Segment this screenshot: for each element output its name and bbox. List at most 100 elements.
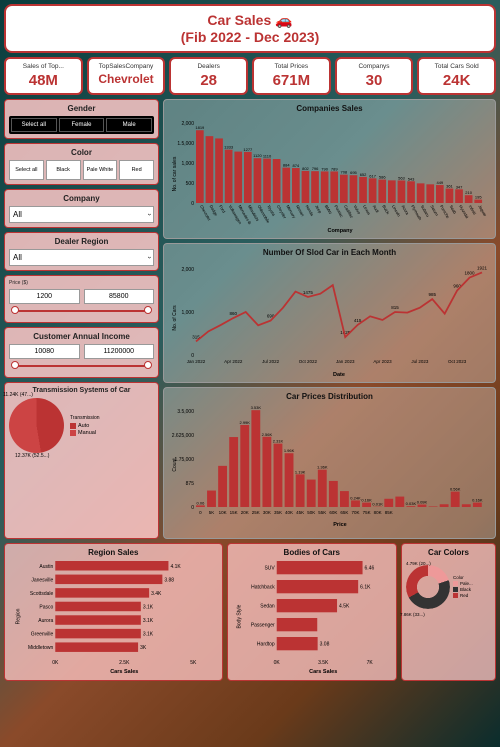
income-min-input[interactable]: 10080 (9, 344, 80, 359)
svg-text:1.19K: 1.19K (295, 469, 306, 474)
income-max-input[interactable]: 11200000 (84, 344, 155, 359)
svg-text:985: 985 (429, 292, 437, 297)
svg-text:652: 652 (360, 172, 367, 177)
svg-text:Apr 2023: Apr 2023 (373, 359, 392, 364)
svg-text:0: 0 (191, 505, 194, 511)
svg-text:70K: 70K (351, 510, 359, 515)
svg-text:4.5K: 4.5K (339, 604, 350, 610)
svg-text:0K: 0K (273, 660, 280, 666)
svg-text:Passenger: Passenger (250, 623, 274, 629)
svg-text:1277: 1277 (243, 147, 253, 152)
svg-text:1120: 1120 (253, 153, 262, 158)
color-select-all[interactable]: Select all (9, 160, 44, 180)
svg-text:Janesville: Janesville (31, 577, 53, 583)
svg-text:Greenville: Greenville (31, 632, 54, 638)
svg-text:Hatchback: Hatchback (251, 585, 275, 591)
svg-text:Buick: Buick (381, 204, 390, 215)
svg-text:0: 0 (191, 201, 194, 207)
car-colors-donut (406, 565, 450, 609)
svg-text:3.1K: 3.1K (143, 632, 154, 638)
svg-text:563: 563 (398, 175, 405, 180)
svg-text:1921: 1921 (477, 265, 488, 270)
color-red[interactable]: Red (119, 160, 154, 180)
svg-text:3K: 3K (140, 645, 147, 651)
color-pale-white[interactable]: Pale White (83, 160, 118, 180)
svg-text:4.1K: 4.1K (170, 564, 181, 570)
price-bars: Count08751.75,0002.625,0003.5,0000.0605K… (168, 403, 488, 527)
svg-text:Lincoln: Lincoln (391, 204, 402, 217)
svg-text:1,000: 1,000 (181, 161, 194, 167)
monthly-line-chart: Number Of Slod Car in Each Month No. of … (163, 243, 496, 383)
svg-text:10K: 10K (219, 510, 227, 515)
svg-text:2.5K: 2.5K (119, 660, 130, 666)
svg-text:BMW: BMW (324, 204, 333, 215)
svg-text:65K: 65K (340, 510, 348, 515)
svg-text:Cars Sales: Cars Sales (110, 669, 138, 674)
svg-text:20K: 20K (241, 510, 249, 515)
kpi-cars-sold: Total Cars Sold24K (417, 57, 496, 95)
price-dist-chart: Car Prices Distribution Count08751.75,00… (163, 387, 496, 539)
gender-female[interactable]: Female (59, 118, 105, 132)
svg-text:Austin: Austin (39, 564, 53, 570)
svg-text:25K: 25K (252, 510, 260, 515)
svg-text:3.08: 3.08 (319, 642, 329, 648)
color-black[interactable]: Black (46, 160, 81, 180)
svg-text:1333: 1333 (224, 145, 234, 150)
title-line1: Car Sales 🚗 (12, 12, 488, 29)
region-dropdown[interactable]: All› (9, 249, 154, 266)
svg-text:210: 210 (465, 190, 472, 195)
svg-text:796: 796 (312, 166, 319, 171)
svg-text:Sedan: Sedan (260, 604, 275, 610)
monthly-line: No. of Cars01,0002,000315860690147516254… (168, 259, 488, 377)
region-bars: RegionAustin4.1KJanesville3.88Scottsdale… (9, 559, 218, 674)
svg-text:30K: 30K (263, 510, 271, 515)
companies-sales-chart: Companies Sales No. of car sales05001,00… (163, 99, 496, 239)
company-dropdown[interactable]: All› (9, 206, 154, 223)
svg-text:80K: 80K (374, 510, 382, 515)
svg-text:884: 884 (283, 163, 290, 168)
title-line2: (Fib 2022 - Dec 2023) (12, 29, 488, 45)
svg-text:No. of car sales: No. of car sales (172, 156, 178, 191)
kpi-top-sales: Sales of Top...48M (4, 57, 83, 95)
svg-text:874: 874 (292, 163, 299, 168)
gender-filter: Gender Select all Female Male (4, 99, 159, 139)
kpi-companies: Companys30 (335, 57, 414, 95)
svg-text:Apr 2022: Apr 2022 (224, 359, 243, 364)
svg-text:Pontiac: Pontiac (333, 204, 344, 218)
svg-text:449: 449 (436, 180, 443, 185)
svg-text:2.56K: 2.56K (262, 432, 273, 437)
svg-text:0.16K: 0.16K (361, 498, 372, 503)
svg-text:75K: 75K (363, 510, 371, 515)
transmission-pie-panel: Transmission Systems of Car 11.24K (47..… (4, 382, 159, 539)
svg-text:0K: 0K (52, 660, 59, 666)
svg-text:Jan 2022: Jan 2022 (187, 359, 206, 364)
svg-text:0.24K: 0.24K (350, 495, 361, 500)
svg-text:815: 815 (391, 305, 399, 310)
price-max-input[interactable]: 85800 (84, 289, 155, 304)
svg-text:1819: 1819 (195, 125, 205, 130)
svg-text:5K: 5K (190, 660, 197, 666)
price-slider[interactable] (13, 310, 150, 312)
svg-text:35K: 35K (274, 510, 282, 515)
svg-text:1800: 1800 (465, 271, 476, 276)
kpi-total-prices: Total Prices671M (252, 57, 331, 95)
svg-text:Cars Sales: Cars Sales (309, 669, 337, 674)
transmission-pie (9, 398, 64, 453)
company-filter: Company All› (4, 189, 159, 228)
svg-text:2.625,000: 2.625,000 (172, 433, 194, 439)
svg-text:0.06: 0.06 (197, 500, 206, 505)
svg-text:1475: 1475 (303, 290, 314, 295)
svg-text:55K: 55K (318, 510, 326, 515)
svg-text:Jaguar: Jaguar (477, 204, 488, 218)
income-slider[interactable] (13, 365, 150, 367)
gender-select-all[interactable]: Select all (11, 118, 57, 132)
price-min-input[interactable]: 1200 (9, 289, 80, 304)
svg-text:543: 543 (408, 176, 415, 181)
svg-text:1,000: 1,000 (181, 310, 194, 316)
svg-text:347: 347 (456, 184, 463, 189)
gender-male[interactable]: Male (106, 118, 152, 132)
svg-text:586: 586 (379, 175, 386, 180)
svg-text:6.1K: 6.1K (360, 585, 371, 591)
svg-text:1.5,000: 1.5,000 (177, 141, 194, 147)
svg-text:3.1K: 3.1K (143, 618, 154, 624)
